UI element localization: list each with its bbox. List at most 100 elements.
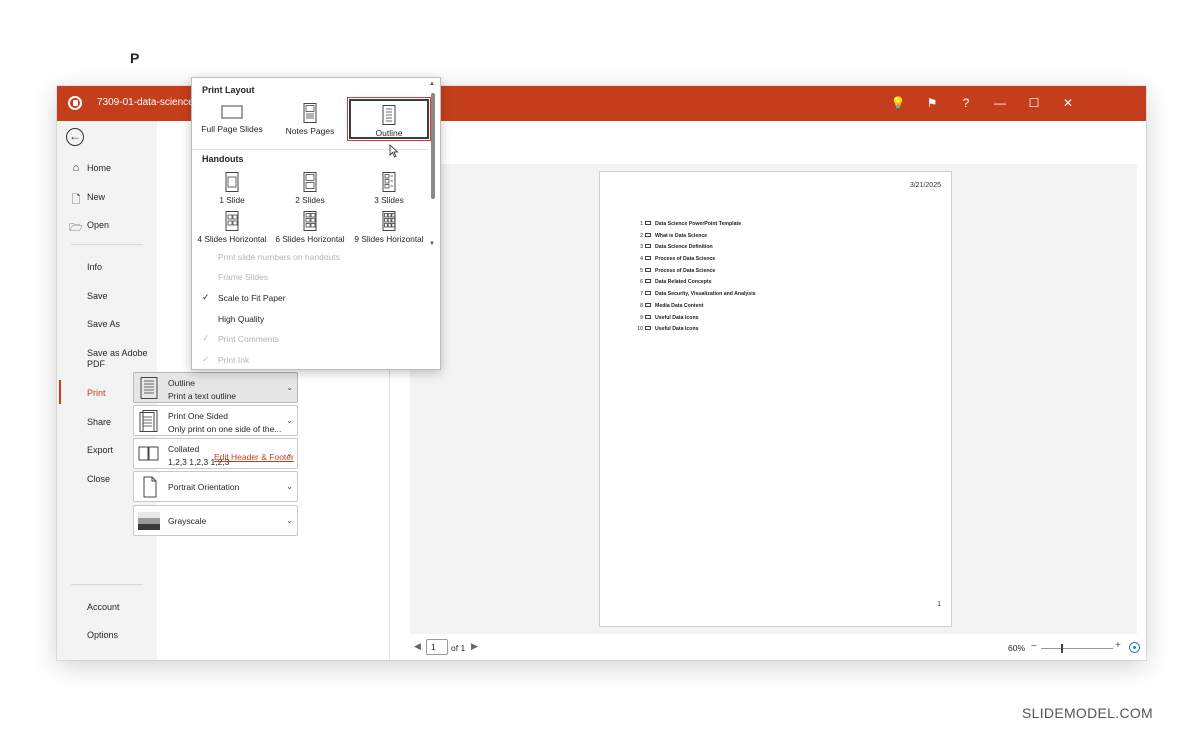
- outline-text: Useful Data Icons: [655, 314, 699, 321]
- outline-icon: [380, 105, 398, 125]
- handout-4-slides-horizontal[interactable]: 4 Slides Horizontal: [192, 211, 272, 244]
- option-grayscale[interactable]: Grayscale ⌄: [133, 505, 298, 536]
- layout-outline[interactable]: Outline: [347, 97, 431, 141]
- slide-icon: [645, 279, 651, 284]
- outline-number: 4: [640, 256, 643, 263]
- handout-label: 6 Slides Horizontal: [275, 234, 345, 244]
- chevron-down-icon: ⌄: [286, 383, 293, 392]
- next-page-icon[interactable]: ▶: [471, 641, 478, 652]
- handout-6-slides-icon: [301, 211, 319, 231]
- sidebar-item-label: Share: [87, 417, 112, 427]
- handout-4-slides-icon: [223, 211, 241, 231]
- outline-number: 3: [640, 244, 643, 251]
- handout-9-slides-horizontal[interactable]: 9 Slides Horizontal: [349, 211, 429, 244]
- slide-icon: [645, 314, 651, 319]
- layout-full-page-slides[interactable]: Full Page Slides: [192, 103, 272, 139]
- minimize-icon[interactable]: —: [990, 94, 1010, 112]
- outline-text: Data Security, Visualization and Analysi…: [655, 291, 756, 298]
- handout-3-slides[interactable]: 3 Slides: [349, 172, 429, 205]
- coauthor-icon[interactable]: ⚑: [922, 94, 942, 112]
- sidebar-item-label: Close: [87, 474, 111, 484]
- outline-number: 9: [640, 314, 643, 321]
- lightbulb-icon[interactable]: 💡: [888, 94, 908, 112]
- portrait-icon: [138, 476, 160, 498]
- zoom-level[interactable]: 60%: [1008, 643, 1025, 653]
- slide-icon: [645, 326, 651, 331]
- option-print-one-sided[interactable]: Print One Sided Only print on one side of…: [133, 405, 298, 436]
- outline-number: 2: [640, 232, 643, 239]
- page-number-input[interactable]: 1: [426, 639, 448, 655]
- print-heading: P: [130, 50, 140, 66]
- previous-page-icon[interactable]: ◀: [414, 641, 421, 652]
- sidebar-separator: [71, 244, 143, 245]
- scroll-down-icon[interactable]: ▼: [429, 241, 435, 247]
- scrollbar-thumb[interactable]: [431, 93, 435, 199]
- outline-text: Data Science Definition: [655, 244, 713, 251]
- slide-icon: [645, 232, 651, 237]
- help-icon[interactable]: ?: [956, 94, 976, 112]
- option-print-comments: ✓ Print Comments: [192, 333, 428, 347]
- handout-label: 1 Slide: [219, 195, 245, 205]
- preview-date: 3/21/2025: [909, 182, 941, 189]
- handout-2-slides[interactable]: 2 Slides: [270, 172, 350, 205]
- preview-page-number: 1: [937, 601, 941, 608]
- slide-icon: [645, 221, 651, 225]
- layout-notes-pages[interactable]: Notes Pages: [270, 103, 350, 139]
- sidebar-separator: [71, 584, 143, 585]
- slide-icon: [645, 302, 651, 307]
- handout-2-slides-icon: [301, 172, 319, 192]
- back-arrow-icon[interactable]: ←: [66, 128, 84, 146]
- option-label: Frame Slides: [218, 272, 269, 282]
- sidebar-item-label: Options: [87, 630, 119, 640]
- option-outline[interactable]: Outline Print a text outline ⌄: [133, 372, 298, 403]
- maximize-icon[interactable]: ☐: [1024, 94, 1044, 112]
- slide-icon: [645, 244, 651, 249]
- checkmark-icon: ✓: [202, 354, 210, 364]
- collated-icon: [138, 443, 160, 465]
- handout-9-slides-icon: [380, 211, 398, 231]
- sidebar-item-label: Account: [87, 602, 120, 612]
- zoom-slider-thumb[interactable]: [1061, 644, 1063, 653]
- handout-3-slides-icon: [380, 172, 398, 192]
- one-sided-icon: [138, 410, 160, 432]
- slide-icon: [645, 256, 651, 261]
- sidebar-item-label: Save As: [87, 319, 121, 329]
- powerpoint-logo-icon: [68, 96, 82, 110]
- watermark: SLIDEMODEL.COM: [1022, 705, 1153, 721]
- chevron-down-icon: ⌄: [286, 516, 293, 525]
- sidebar-item-label: Open: [87, 220, 110, 230]
- zoom-in-icon[interactable]: +: [1115, 640, 1121, 651]
- outline-text: Data Science PowerPoint Template: [655, 221, 742, 227]
- dropdown-scrollbar[interactable]: ▲ ▼: [429, 81, 437, 247]
- option-title: Grayscale: [168, 516, 207, 526]
- handout-1-slide-icon: [223, 172, 241, 192]
- outline-number: 10: [637, 326, 643, 333]
- sidebar-item-label: New: [87, 192, 106, 202]
- print-layout-dropdown: Print Layout Full Page Slides Notes Pages…: [191, 77, 441, 370]
- option-print-ink: ✓ Print Ink: [192, 354, 428, 368]
- scroll-up-icon[interactable]: ▲: [429, 81, 435, 87]
- sidebar-item-label: Info: [87, 262, 103, 272]
- layout-label: Full Page Slides: [201, 124, 263, 134]
- close-icon[interactable]: ✕: [1058, 94, 1078, 112]
- slide-icon: [645, 291, 651, 296]
- zoom-out-icon[interactable]: −: [1031, 641, 1037, 652]
- grayscale-icon: [138, 510, 160, 532]
- layout-label: Outline: [375, 128, 403, 138]
- sidebar-item-label: Save as Adobe PDF: [87, 348, 148, 369]
- chevron-down-icon: ⌄: [286, 416, 293, 425]
- option-label: Print Comments: [218, 334, 279, 344]
- handout-1-slide[interactable]: 1 Slide: [192, 172, 272, 205]
- zoom-slider[interactable]: [1041, 648, 1113, 649]
- zoom-to-page-icon[interactable]: [1129, 642, 1140, 653]
- handout-6-slides-horizontal[interactable]: 6 Slides Horizontal: [270, 211, 350, 244]
- option-label: Print Ink: [218, 355, 250, 365]
- option-high-quality[interactable]: High Quality: [192, 313, 428, 327]
- option-portrait-orientation[interactable]: Portrait Orientation ⌄: [133, 471, 298, 502]
- notes-pages-icon: [301, 103, 319, 123]
- option-scale-to-fit-paper[interactable]: ✓ Scale to Fit Paper: [192, 292, 428, 306]
- edit-header-footer-link[interactable]: Edit Header & Footer: [214, 452, 294, 462]
- outline-number: 1: [640, 221, 643, 227]
- outline-page-icon: [138, 377, 160, 399]
- checkmark-icon: ✓: [202, 333, 210, 343]
